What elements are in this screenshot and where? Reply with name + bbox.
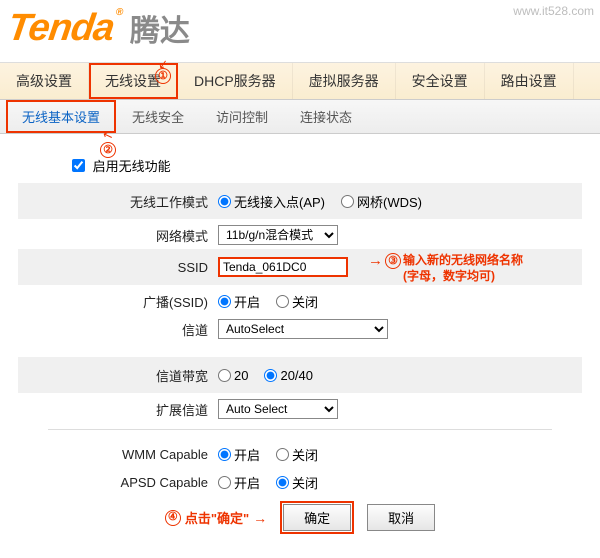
row-ssid: SSID → ③ 输入新的无线网络名称 (字母，数字均可) (18, 253, 582, 281)
label-work-mode: 无线工作模式 (18, 192, 218, 211)
brand-logo-cn: 腾达 (130, 6, 190, 50)
label-ext-channel: 扩展信道 (18, 400, 218, 419)
radio-bw20[interactable] (218, 369, 231, 382)
content-panel: 启用无线功能 无线工作模式 无线接入点(AP) 网桥(WDS) 网络模式 11b… (0, 134, 600, 543)
radio-bc-on-label[interactable]: 开启 (218, 292, 260, 311)
radio-bc-off-label[interactable]: 关闭 (276, 292, 318, 311)
label-bandwidth: 信道带宽 (18, 366, 218, 385)
radio-bc-off[interactable] (276, 295, 289, 308)
label-broadcast: 广播(SSID) (18, 292, 218, 311)
annotation-1: ↙ ① (155, 58, 171, 84)
enable-wireless-checkbox[interactable] (72, 159, 85, 172)
row-ext-channel: 扩展信道 Auto Select (18, 395, 582, 423)
band-1: 无线工作模式 无线接入点(AP) 网桥(WDS) (18, 183, 582, 219)
row-wmm: WMM Capable 开启 关闭 (18, 440, 582, 468)
row-work-mode: 无线工作模式 无线接入点(AP) 网桥(WDS) (18, 187, 582, 215)
annotation-3: → ③ 输入新的无线网络名称 (字母，数字均可) (368, 253, 523, 284)
enable-wireless-label[interactable]: 启用无线功能 (72, 159, 171, 174)
radio-apsd-on[interactable] (218, 476, 231, 489)
radio-wmm-off[interactable] (276, 448, 289, 461)
row-apsd: APSD Capable 开启 关闭 (18, 468, 582, 496)
label-wmm: WMM Capable (18, 447, 218, 462)
separator (48, 429, 552, 430)
nav-routing[interactable]: 路由设置 (485, 63, 574, 99)
radio-apsd-off[interactable] (276, 476, 289, 489)
button-row: ④ 点击"确定" → 确定 取消 (18, 504, 582, 531)
brand-logo-en: Tenda® (5, 7, 123, 50)
arrow-icon: ↘ (101, 129, 115, 144)
radio-bw2040[interactable] (264, 369, 277, 382)
radio-wds-label[interactable]: 网桥(WDS) (341, 192, 422, 211)
radio-ap-label[interactable]: 无线接入点(AP) (218, 192, 325, 211)
header-logo-bar: Tenda® 腾达 ↙ ① (0, 0, 600, 62)
nav-virtual[interactable]: 虚拟服务器 (293, 63, 396, 99)
main-nav: 高级设置 无线设置 DHCP服务器 虚拟服务器 安全设置 路由设置 (0, 62, 600, 100)
input-ssid[interactable] (218, 257, 348, 277)
circle-2-icon: ② (100, 142, 116, 158)
arrow-right-icon: → (253, 510, 267, 526)
radio-wds[interactable] (341, 195, 354, 208)
arrow-icon: ↙ (157, 57, 169, 71)
enable-wireless-row: 启用无线功能 (72, 156, 582, 175)
label-channel: 信道 (18, 320, 218, 339)
radio-apsd-on-label[interactable]: 开启 (218, 473, 260, 492)
label-net-mode: 网络模式 (18, 226, 218, 245)
row-broadcast: 广播(SSID) 开启 关闭 (18, 287, 582, 315)
sub-nav: 无线基本设置 无线安全 访问控制 连接状态 ↘ ② (0, 100, 600, 134)
select-ext-channel[interactable]: Auto Select (218, 399, 338, 419)
subnav-basic[interactable]: 无线基本设置 (6, 100, 116, 133)
subnav-security[interactable]: 无线安全 (116, 100, 200, 133)
row-bandwidth: 信道带宽 20 20/40 (18, 361, 582, 389)
band-3: 信道带宽 20 20/40 (18, 357, 582, 393)
radio-bc-on[interactable] (218, 295, 231, 308)
nav-security[interactable]: 安全设置 (396, 63, 485, 99)
row-net-mode: 网络模式 11b/g/n混合模式 (18, 221, 582, 249)
subnav-status[interactable]: 连接状态 (284, 100, 368, 133)
annotation-4: ④ 点击"确定" → (165, 508, 267, 527)
select-channel[interactable]: AutoSelect (218, 319, 388, 339)
arrow-right-icon: → (368, 253, 383, 268)
radio-bw20-label[interactable]: 20 (218, 368, 248, 383)
ok-button[interactable]: 确定 (283, 504, 351, 531)
btn-hint-text: 点击"确定" (185, 508, 249, 527)
circle-4-icon: ④ (165, 510, 181, 526)
label-apsd: APSD Capable (18, 475, 218, 490)
radio-wmm-off-label[interactable]: 关闭 (276, 445, 318, 464)
radio-bw2040-label[interactable]: 20/40 (264, 368, 313, 383)
select-net-mode[interactable]: 11b/g/n混合模式 (218, 225, 338, 245)
annotation-2: ↘ ② (100, 130, 116, 158)
nav-dhcp[interactable]: DHCP服务器 (178, 63, 293, 99)
enable-wireless-text: 启用无线功能 (93, 159, 171, 174)
row-channel: 信道 AutoSelect (18, 315, 582, 343)
label-ssid: SSID (18, 260, 218, 275)
nav-advanced[interactable]: 高级设置 (0, 63, 89, 99)
ssid-hint-1: 输入新的无线网络名称 (403, 253, 523, 269)
circle-3-icon: ③ (385, 253, 401, 269)
radio-apsd-off-label[interactable]: 关闭 (276, 473, 318, 492)
ssid-hint-2: (字母，数字均可) (403, 269, 523, 285)
radio-wmm-on[interactable] (218, 448, 231, 461)
radio-wmm-on-label[interactable]: 开启 (218, 445, 260, 464)
cancel-button[interactable]: 取消 (367, 504, 435, 531)
band-2: SSID → ③ 输入新的无线网络名称 (字母，数字均可) (18, 249, 582, 285)
subnav-access[interactable]: 访问控制 (200, 100, 284, 133)
radio-ap[interactable] (218, 195, 231, 208)
